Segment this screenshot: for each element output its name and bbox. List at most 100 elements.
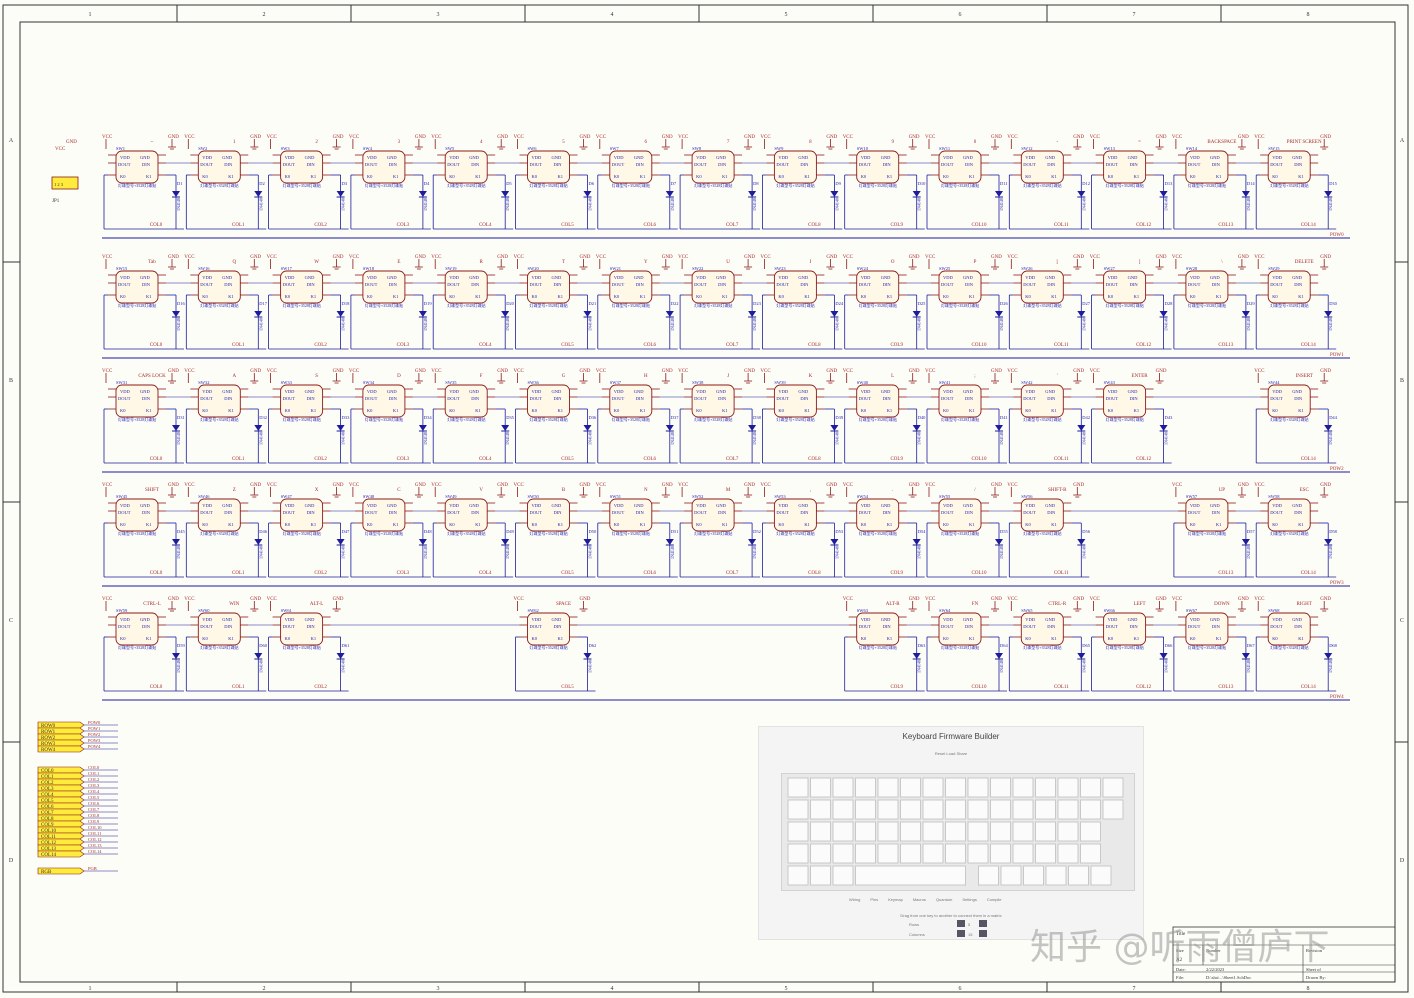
part-value: 灯珠型号+3528灯珠贴 xyxy=(283,182,321,188)
column-label: COL8 xyxy=(808,223,821,228)
firmware-tab[interactable]: Settings xyxy=(962,897,976,902)
firmware-key[interactable] xyxy=(922,843,944,864)
firmware-key[interactable] xyxy=(1057,821,1079,842)
firmware-key[interactable] xyxy=(900,777,921,798)
key-cell: VCC GND 6 SW7 VDD GND DOUT DIN K0 K1 灯珠型号+3528灯珠贴 D… xyxy=(596,135,685,230)
firmware-key[interactable] xyxy=(1080,799,1101,820)
port-net-label: POW1 xyxy=(88,726,100,731)
diode-ref: D53 xyxy=(835,529,843,534)
firmware-key[interactable] xyxy=(877,843,899,864)
pin-k0: K0 xyxy=(120,636,126,641)
firmware-key[interactable] xyxy=(810,843,831,864)
firmware-key[interactable] xyxy=(1057,843,1079,864)
firmware-key[interactable] xyxy=(1102,799,1124,820)
port-net-label: COL4 xyxy=(88,789,100,794)
firmware-key[interactable] xyxy=(855,843,876,864)
firmware-key[interactable] xyxy=(1045,865,1067,886)
firmware-key[interactable] xyxy=(1023,865,1044,886)
firmware-key[interactable] xyxy=(922,799,944,820)
firmware-key[interactable] xyxy=(945,843,966,864)
firmware-key[interactable] xyxy=(1000,865,1022,886)
firmware-key[interactable] xyxy=(810,865,831,886)
firmware-key[interactable] xyxy=(1012,843,1034,864)
firmware-key[interactable] xyxy=(967,843,989,864)
firmware-key[interactable] xyxy=(832,777,854,798)
firmware-key[interactable] xyxy=(990,799,1011,820)
firmware-key[interactable] xyxy=(855,777,876,798)
firmware-key[interactable] xyxy=(787,865,809,886)
firmware-key[interactable] xyxy=(832,843,854,864)
firmware-key[interactable] xyxy=(945,777,966,798)
firmware-tab[interactable]: Pins xyxy=(870,897,878,902)
columns-increment-button[interactable] xyxy=(979,930,987,937)
columns-decrement-button[interactable] xyxy=(957,930,965,937)
firmware-key[interactable] xyxy=(877,799,899,820)
firmware-key[interactable] xyxy=(1035,799,1056,820)
firmware-key[interactable] xyxy=(900,821,921,842)
firmware-key[interactable] xyxy=(1102,777,1124,798)
firmware-tab[interactable]: Wiring xyxy=(849,897,860,902)
firmware-key[interactable] xyxy=(1012,821,1034,842)
pin-k1: K1 xyxy=(393,408,399,413)
part-value: 灯珠型号+3528灯珠贴 xyxy=(447,530,485,536)
firmware-key[interactable] xyxy=(1012,777,1034,798)
firmware-key[interactable] xyxy=(1035,843,1056,864)
firmware-key[interactable] xyxy=(1080,843,1101,864)
firmware-key[interactable] xyxy=(1068,865,1089,886)
firmware-key[interactable] xyxy=(787,843,809,864)
part-value: 灯珠型号+3528灯珠贴 xyxy=(447,302,485,308)
firmware-key[interactable] xyxy=(978,865,999,886)
pin-vdd: VDD xyxy=(696,389,706,394)
key-cell: VCC GND W SW17 VDD GND DOUT DIN K0 K1 灯珠型号+3528灯珠贴… xyxy=(267,255,355,350)
port-net-label: COL9 xyxy=(88,819,100,824)
vcc-label: VCC xyxy=(184,369,195,374)
key-cell: VCC GND B SW50 VDD GND DOUT DIN K0 K1 灯珠型号+3528灯珠贴… xyxy=(514,483,602,578)
firmware-tab[interactable]: Macros xyxy=(913,897,926,902)
firmware-key[interactable] xyxy=(1080,821,1101,842)
key-cell: VCC GND 4 SW5 VDD GND DOUT DIN K0 K1 灯珠型号+3528灯珠贴 D… xyxy=(431,135,520,230)
firmware-key[interactable] xyxy=(990,843,1011,864)
firmware-key[interactable] xyxy=(832,799,854,820)
firmware-key[interactable] xyxy=(1090,865,1112,886)
firmware-key[interactable] xyxy=(787,799,809,820)
firmware-key[interactable] xyxy=(990,777,1011,798)
vcc-label: VCC xyxy=(925,135,936,140)
firmware-key[interactable] xyxy=(810,777,831,798)
firmware-key[interactable] xyxy=(855,799,876,820)
firmware-key[interactable] xyxy=(1080,777,1101,798)
key-cell: VCC GND SHIFT SW45 VDD GND DOUT DIN K0 K1 灯珠型号+352… xyxy=(102,483,191,578)
firmware-key[interactable] xyxy=(990,821,1011,842)
pin-k0: K0 xyxy=(1190,294,1196,299)
firmware-tab[interactable]: Compile xyxy=(987,897,1002,902)
firmware-key[interactable] xyxy=(900,799,921,820)
firmware-key[interactable] xyxy=(1035,777,1056,798)
firmware-key[interactable] xyxy=(967,799,989,820)
firmware-key[interactable] xyxy=(787,777,809,798)
firmware-key[interactable] xyxy=(877,777,899,798)
firmware-key[interactable] xyxy=(945,799,966,820)
firmware-key[interactable] xyxy=(832,821,854,842)
firmware-key[interactable] xyxy=(967,821,989,842)
firmware-tab[interactable]: Quantum xyxy=(936,897,952,902)
firmware-tab[interactable]: Keymap xyxy=(888,897,903,902)
firmware-key[interactable] xyxy=(922,821,944,842)
firmware-key[interactable] xyxy=(810,821,831,842)
firmware-key[interactable] xyxy=(855,865,966,886)
firmware-key[interactable] xyxy=(855,821,876,842)
part-value: 灯珠型号+3528灯珠贴 xyxy=(612,416,650,422)
firmware-key[interactable] xyxy=(967,777,989,798)
firmware-key[interactable] xyxy=(1057,777,1079,798)
firmware-key[interactable] xyxy=(877,821,899,842)
firmware-key[interactable] xyxy=(832,865,854,886)
firmware-key[interactable] xyxy=(945,821,966,842)
firmware-key[interactable] xyxy=(810,799,831,820)
firmware-key[interactable] xyxy=(787,821,809,842)
firmware-key[interactable] xyxy=(922,777,944,798)
pin-k0: K0 xyxy=(696,522,702,527)
firmware-key[interactable] xyxy=(1012,799,1034,820)
rows-increment-button[interactable] xyxy=(979,920,987,927)
firmware-key[interactable] xyxy=(1057,799,1079,820)
firmware-key[interactable] xyxy=(1035,821,1056,842)
firmware-key[interactable] xyxy=(900,843,921,864)
rows-decrement-button[interactable] xyxy=(957,920,965,927)
